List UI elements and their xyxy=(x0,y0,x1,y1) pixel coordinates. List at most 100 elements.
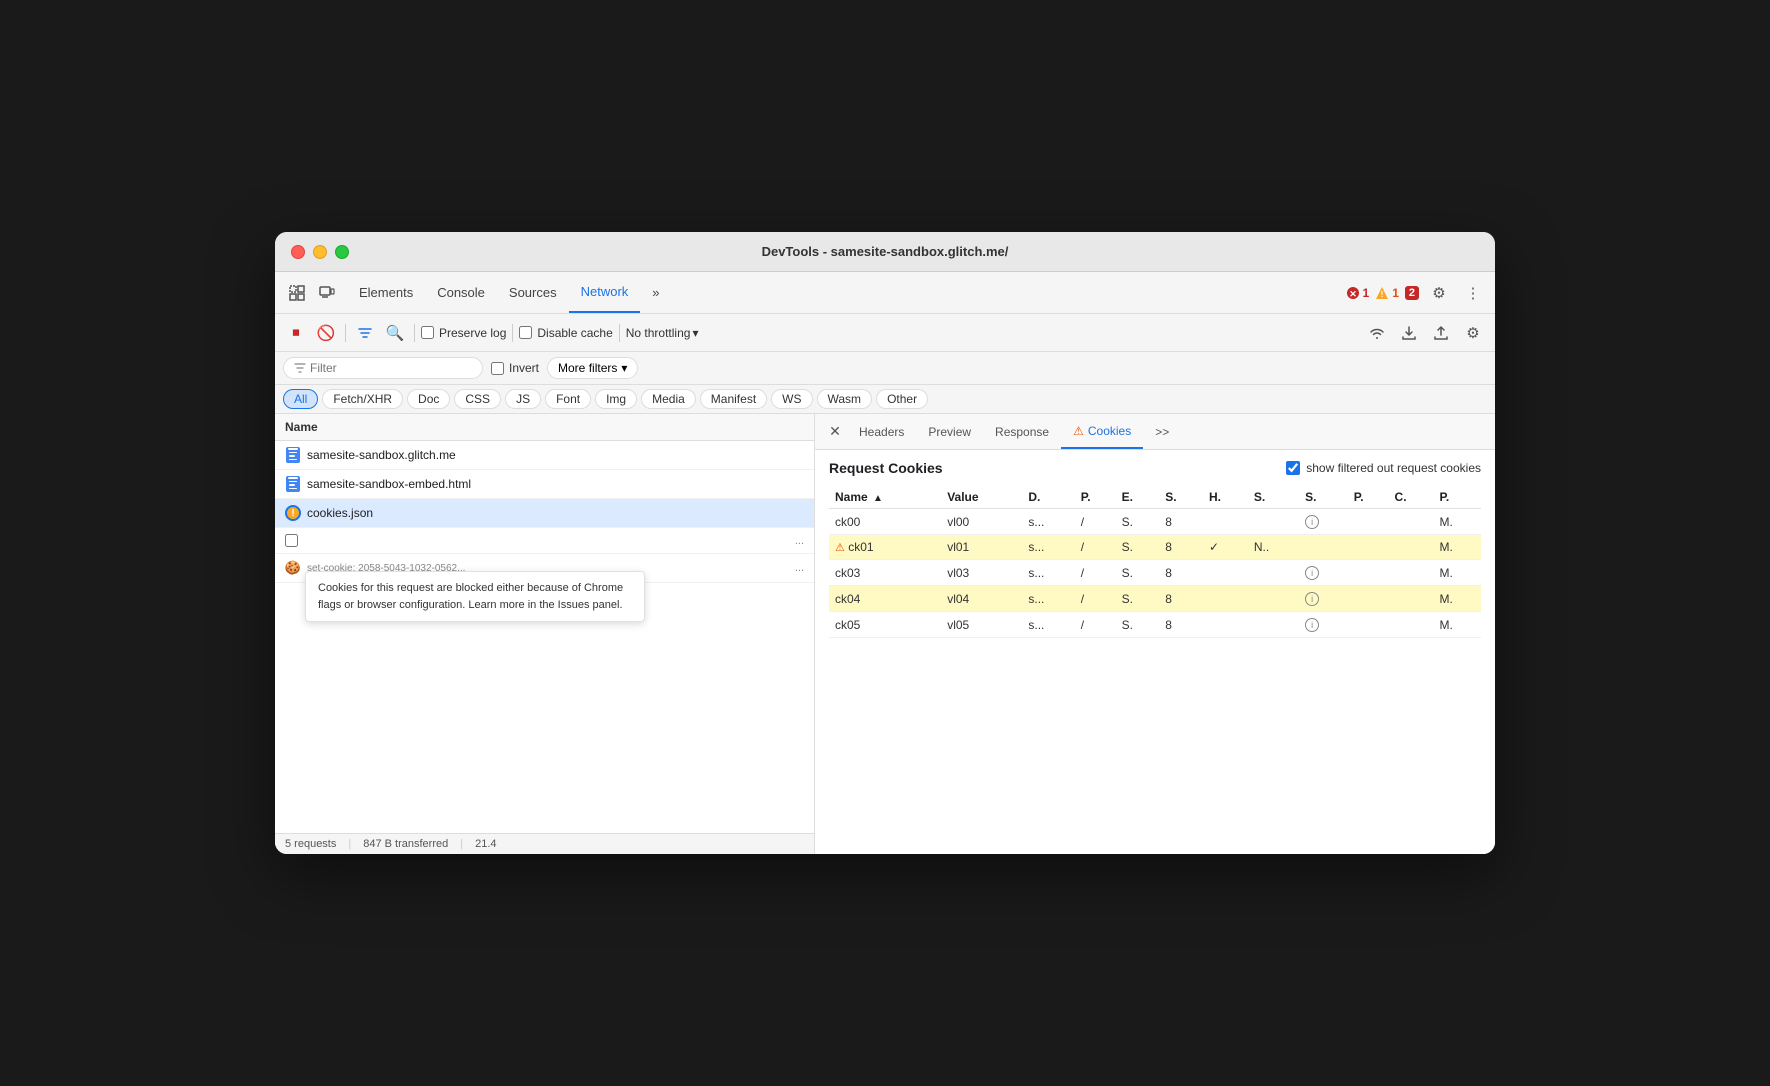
tabs-bar: Elements Console Sources Network » ✕ xyxy=(275,272,1495,314)
panel-tab-preview[interactable]: Preview xyxy=(916,414,983,449)
inspect-icon[interactable] xyxy=(283,279,311,307)
disable-cache-checkbox[interactable]: Disable cache xyxy=(519,326,612,340)
cookies-table: Name ▲ Value D. P. E. S. H. S. S. xyxy=(829,486,1481,638)
filter-js[interactable]: JS xyxy=(505,389,541,409)
warning-badge: ! 1 xyxy=(1375,286,1399,300)
panel-tab-response[interactable]: Response xyxy=(983,414,1061,449)
filter-types-bar: All Fetch/XHR Doc CSS JS Font Img Media … xyxy=(275,385,1495,414)
close-panel-button[interactable]: ✕ xyxy=(823,420,847,444)
filter-input-wrapper[interactable] xyxy=(283,357,483,379)
filter-fetch-xhr[interactable]: Fetch/XHR xyxy=(322,389,403,409)
item-checkbox[interactable] xyxy=(285,534,298,547)
status-bar: 5 requests | 847 B transferred | 21.4 xyxy=(275,833,814,854)
cookie-row-ck04[interactable]: ck04 vl04 s... / S. 8 i xyxy=(829,586,1481,612)
list-item-samesite[interactable]: samesite-sandbox.glitch.me xyxy=(275,441,814,470)
filter-font[interactable]: Font xyxy=(545,389,591,409)
export-icon[interactable] xyxy=(1427,319,1455,347)
settings-icon[interactable]: ⚙ xyxy=(1425,279,1453,307)
search-icon[interactable]: 🔍 xyxy=(382,320,408,346)
col-e[interactable]: E. xyxy=(1116,486,1160,509)
clear-button[interactable]: 🚫 xyxy=(313,320,339,346)
cookies-panel: Request Cookies show filtered out reques… xyxy=(815,450,1495,648)
main-content: Name same xyxy=(275,414,1495,854)
cookie-row-ck01[interactable]: ⚠ ck01 vl01 s... / S. 8 ✓ N.. xyxy=(829,535,1481,560)
col-p2[interactable]: P. xyxy=(1348,486,1389,509)
panel-tab-headers[interactable]: Headers xyxy=(847,414,916,449)
item-name-samesite: samesite-sandbox.glitch.me xyxy=(307,448,804,462)
tab-sources[interactable]: Sources xyxy=(497,272,569,313)
col-p3[interactable]: P. xyxy=(1433,486,1481,509)
panel-tab-cookies[interactable]: ⚠ Cookies xyxy=(1061,414,1143,449)
tab-elements[interactable]: Elements xyxy=(347,272,425,313)
close-button[interactable] xyxy=(291,245,305,259)
requests-count: 5 requests xyxy=(285,838,336,850)
warn-icon-ck01: ⚠ xyxy=(835,542,845,554)
filter-ws[interactable]: WS xyxy=(771,389,812,409)
maximize-button[interactable] xyxy=(335,245,349,259)
cookie-row-ck05[interactable]: ck05 vl05 s... / S. 8 i xyxy=(829,612,1481,638)
filter-wasm[interactable]: Wasm xyxy=(817,389,873,409)
col-h[interactable]: H. xyxy=(1203,486,1248,509)
col-c[interactable]: C. xyxy=(1389,486,1434,509)
panel-tab-more[interactable]: >> xyxy=(1143,414,1181,449)
more-icon[interactable]: ⋮ xyxy=(1459,279,1487,307)
show-filtered-label[interactable]: show filtered out request cookies xyxy=(1286,461,1481,475)
invert-checkbox[interactable]: Invert xyxy=(491,361,539,375)
stop-recording-button[interactable]: ⏹ xyxy=(283,320,309,346)
device-icon[interactable] xyxy=(313,279,341,307)
col-value[interactable]: Value xyxy=(941,486,1022,509)
info-icon-ck04[interactable]: i xyxy=(1305,592,1319,606)
devtools-body: Elements Console Sources Network » ✕ xyxy=(275,272,1495,854)
filter-media[interactable]: Media xyxy=(641,389,696,409)
filter-input[interactable] xyxy=(310,361,460,375)
minimize-button[interactable] xyxy=(313,245,327,259)
tab-more[interactable]: » xyxy=(640,272,671,313)
tab-network[interactable]: Network xyxy=(569,272,641,313)
cookie-name-ck01: ⚠ ck01 xyxy=(829,535,941,560)
cookies-title: Request Cookies xyxy=(829,460,943,476)
col-name[interactable]: Name ▲ xyxy=(829,486,941,509)
filter-manifest[interactable]: Manifest xyxy=(700,389,767,409)
show-filtered-checkbox[interactable] xyxy=(1286,461,1300,475)
cookie-row-ck00[interactable]: ck00 vl00 s... / S. 8 i xyxy=(829,509,1481,535)
cookie-value-ck04: vl04 xyxy=(941,586,1022,612)
filter-all[interactable]: All xyxy=(283,389,318,409)
col-p[interactable]: P. xyxy=(1075,486,1116,509)
throttle-select[interactable]: No throttling ▾ xyxy=(626,326,699,340)
list-item-cookies-json[interactable]: ! cookies.json xyxy=(275,499,814,528)
cookie-value-ck03: vl03 xyxy=(941,560,1022,586)
filter-other[interactable]: Other xyxy=(876,389,928,409)
tab-console[interactable]: Console xyxy=(425,272,497,313)
wifi-icon[interactable] xyxy=(1363,319,1391,347)
col-d[interactable]: D. xyxy=(1022,486,1074,509)
filter-funnel-icon xyxy=(294,362,306,374)
filter-img[interactable]: Img xyxy=(595,389,637,409)
preserve-log-checkbox[interactable]: Preserve log xyxy=(421,326,506,340)
error-badge: ✕ 1 xyxy=(1346,286,1370,300)
filter-doc[interactable]: Doc xyxy=(407,389,450,409)
settings-network-icon[interactable]: ⚙ xyxy=(1459,319,1487,347)
more-filters-button[interactable]: More filters ▾ xyxy=(547,357,638,379)
col-s[interactable]: S. xyxy=(1159,486,1203,509)
cookie-row-ck03[interactable]: ck03 vl03 s... / S. 8 i xyxy=(829,560,1481,586)
info-icon-ck03[interactable]: i xyxy=(1305,566,1319,580)
list-item-checkbox[interactable]: ... xyxy=(275,528,814,554)
cookie-value-ck00: vl00 xyxy=(941,509,1022,535)
cookie-name-ck00: ck00 xyxy=(829,509,941,535)
list-item-embed[interactable]: samesite-sandbox-embed.html xyxy=(275,470,814,499)
col-s2[interactable]: S. xyxy=(1248,486,1299,509)
import-icon[interactable] xyxy=(1395,319,1423,347)
filter-icon[interactable] xyxy=(352,320,378,346)
item-name-embed: samesite-sandbox-embed.html xyxy=(307,477,804,491)
window-title: DevTools - samesite-sandbox.glitch.me/ xyxy=(762,244,1009,259)
col-s3[interactable]: S. xyxy=(1299,486,1348,509)
request-list: Name same xyxy=(275,414,815,854)
info-icon-ck05[interactable]: i xyxy=(1305,618,1319,632)
transferred-size: 847 B transferred xyxy=(363,838,448,850)
info-icon-ck00[interactable]: i xyxy=(1305,515,1319,529)
right-panel: ✕ Headers Preview Response ⚠ Cookies >> xyxy=(815,414,1495,854)
filter-css[interactable]: CSS xyxy=(454,389,501,409)
cookie-icon: 🍪 xyxy=(285,560,301,576)
request-list-header: Name xyxy=(275,414,814,441)
filter-bar: Invert More filters ▾ xyxy=(275,352,1495,385)
